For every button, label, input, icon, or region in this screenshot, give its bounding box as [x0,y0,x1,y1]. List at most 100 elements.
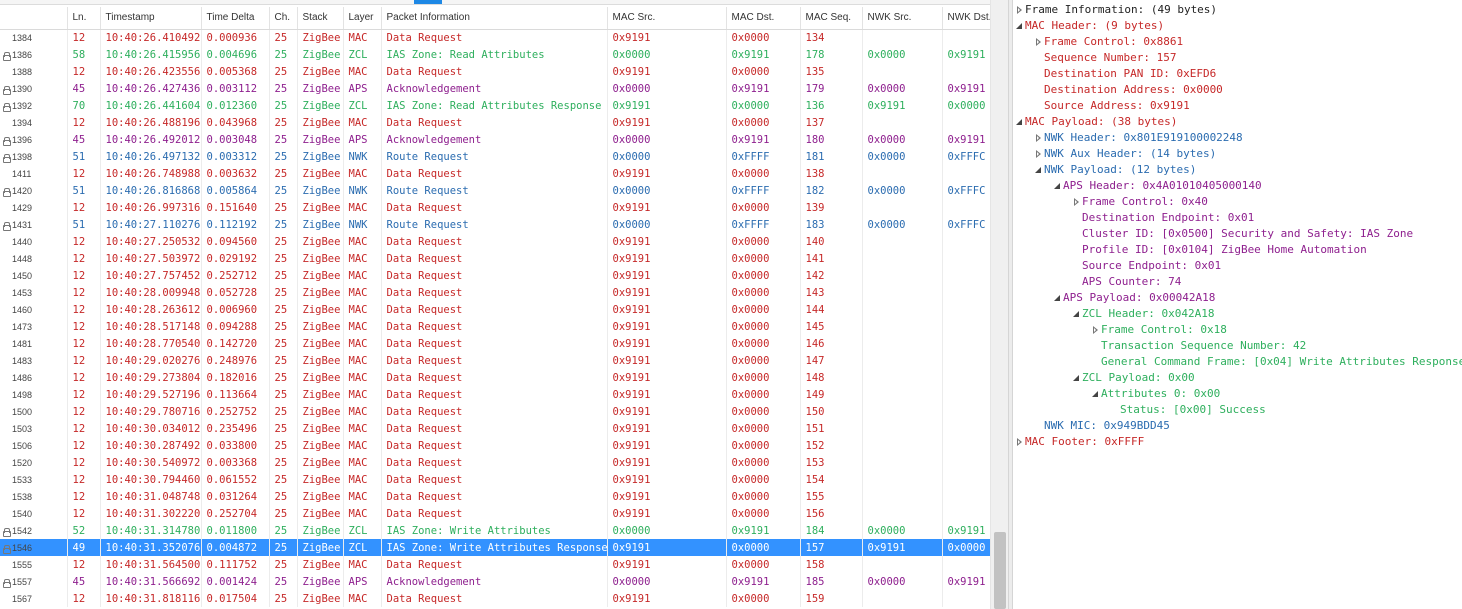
tree-node[interactable]: Frame Control: 0x18 [1013,322,1462,338]
expanded-arrow-icon[interactable] [1072,370,1082,386]
collapsed-arrow-icon[interactable] [1015,434,1025,450]
table-row[interactable]: 1392 70 10:40:26.441604 0.012360 25 ZigBee ZCL… [0,97,991,114]
table-row[interactable]: 1540 12 10:40:31.302220 0.252704 25 ZigBee MAC… [0,505,991,522]
table-row-selected[interactable]: 1546 49 10:40:31.352076 0.004872 25 ZigBee ZCL… [0,539,991,556]
tree-node[interactable]: MAC Payload: (38 bytes) [1013,114,1462,130]
tree-node[interactable]: Cluster ID: [0x0500] Security and Safety… [1013,226,1462,242]
collapsed-arrow-icon[interactable] [1034,146,1044,162]
expanded-arrow-icon[interactable] [1072,306,1082,322]
column-header-time-delta[interactable]: Time Delta [201,7,270,30]
expanded-arrow-icon[interactable] [1034,162,1044,178]
table-row[interactable]: 1500 12 10:40:29.780716 0.252752 25 ZigBee MAC… [0,403,991,420]
table-row[interactable]: 1431 51 10:40:27.110276 0.112192 25 ZigBee NWK… [0,216,991,233]
table-row[interactable]: 1533 12 10:40:30.794460 0.061552 25 ZigBee MAC… [0,471,991,488]
table-row[interactable]: 1388 12 10:40:26.423556 0.005368 25 ZigBee MAC… [0,63,991,80]
table-row[interactable]: 1453 12 10:40:28.009948 0.052728 25 ZigBee MAC… [0,284,991,301]
cell-nwk-dst [942,420,991,437]
tree-node[interactable]: Destination Address: 0x0000 [1013,82,1462,98]
expanded-arrow-icon[interactable] [1053,178,1063,194]
table-row[interactable]: 1384 12 10:40:26.410492 0.000936 25 ZigBee MAC… [0,29,991,46]
cell-timestamp: 10:40:31.352076 [100,539,202,556]
tree-node[interactable]: MAC Footer: 0xFFFF [1013,434,1462,450]
table-row[interactable]: 1503 12 10:40:30.034012 0.235496 25 ZigBee MAC… [0,420,991,437]
table-row[interactable]: 1567 12 10:40:31.818116 0.017504 25 ZigBee MAC… [0,590,991,607]
tree-node[interactable]: NWK MIC: 0x949BDD45 [1013,418,1462,434]
tree-node[interactable]: General Command Frame: [0x04] Write Attr… [1013,354,1462,370]
table-row[interactable]: 1420 51 10:40:26.816868 0.005864 25 ZigBee NWK… [0,182,991,199]
cell-mac-seq: 147 [800,352,863,369]
table-row[interactable]: 1394 12 10:40:26.488196 0.043968 25 ZigBee MAC… [0,114,991,131]
tree-node[interactable]: Attributes 0: 0x00 [1013,386,1462,402]
column-header-mac-dst[interactable]: MAC Dst. [726,7,801,30]
tree-node[interactable]: Frame Control: 0x40 [1013,194,1462,210]
table-row[interactable]: 1386 58 10:40:26.415956 0.004696 25 ZigBee ZCL… [0,46,991,63]
tree-node[interactable]: ZCL Header: 0x042A18 [1013,306,1462,322]
table-row[interactable]: 1520 12 10:40:30.540972 0.003368 25 ZigBee MAC… [0,454,991,471]
scrollbar-thumb[interactable] [994,532,1006,609]
tree-node[interactable]: MAC Header: (9 bytes) [1013,18,1462,34]
column-header-timestamp[interactable]: Timestamp [100,7,202,30]
tree-node[interactable]: Source Address: 0x9191 [1013,98,1462,114]
table-row[interactable]: 1396 45 10:40:26.492012 0.003048 25 ZigBee APS… [0,131,991,148]
line-number-text: 1486 [12,372,33,383]
table-row[interactable]: 1483 12 10:40:29.020276 0.248976 25 ZigBee MAC… [0,352,991,369]
tree-node[interactable]: Destination PAN ID: 0xEFD6 [1013,66,1462,82]
column-header-line[interactable] [0,7,68,30]
tree-node[interactable]: Source Endpoint: 0x01 [1013,258,1462,274]
table-row[interactable]: 1538 12 10:40:31.048748 0.031264 25 ZigBee MAC… [0,488,991,505]
tree-node[interactable]: APS Payload: 0x00042A18 [1013,290,1462,306]
tree-node[interactable]: NWK Payload: (12 bytes) [1013,162,1462,178]
table-row[interactable]: 1390 45 10:40:26.427436 0.003112 25 ZigBee APS… [0,80,991,97]
cell-time-delta: 0.094560 [201,233,270,250]
expanded-arrow-icon[interactable] [1053,290,1063,306]
tree-node[interactable]: ZCL Payload: 0x00 [1013,370,1462,386]
tree-node[interactable]: NWK Header: 0x801E919100002248 [1013,130,1462,146]
tree-node[interactable]: Status: [0x00] Success [1013,402,1462,418]
cell-nwk-dst [942,29,991,46]
collapsed-arrow-icon[interactable] [1091,322,1101,338]
tree-node[interactable]: Profile ID: [0x0104] ZigBee Home Automat… [1013,242,1462,258]
tree-node[interactable]: APS Counter: 74 [1013,274,1462,290]
table-row[interactable]: 1506 12 10:40:30.287492 0.033800 25 ZigBee MAC… [0,437,991,454]
table-row[interactable]: 1429 12 10:40:26.997316 0.151640 25 ZigBee MAC… [0,199,991,216]
table-row[interactable]: 1411 12 10:40:26.748988 0.003632 25 ZigBee MAC… [0,165,991,182]
column-header-nwk-dst[interactable]: NWK Dst. [942,7,991,30]
tree-node[interactable]: NWK Aux Header: (14 bytes) [1013,146,1462,162]
expanded-arrow-icon[interactable] [1091,386,1101,402]
column-header-layer[interactable]: Layer [343,7,382,30]
table-row[interactable]: 1542 52 10:40:31.314780 0.011800 25 ZigBee ZCL… [0,522,991,539]
table-row[interactable]: 1460 12 10:40:28.263612 0.006960 25 ZigBee MAC… [0,301,991,318]
cell-timestamp: 10:40:30.034012 [100,420,202,437]
tree-node[interactable]: Frame Information: (49 bytes) [1013,2,1462,18]
table-row[interactable]: 1481 12 10:40:28.770540 0.142720 25 ZigBee MAC… [0,335,991,352]
table-row[interactable]: 1486 12 10:40:29.273804 0.182016 25 ZigBee MAC… [0,369,991,386]
column-header-stack[interactable]: Stack [297,7,344,30]
table-row[interactable]: 1440 12 10:40:27.250532 0.094560 25 ZigBee MAC… [0,233,991,250]
collapsed-arrow-icon[interactable] [1015,2,1025,18]
line-number-text: 1473 [12,321,33,332]
collapsed-arrow-icon[interactable] [1034,34,1044,50]
table-row[interactable]: 1450 12 10:40:27.757452 0.252712 25 ZigBee MAC… [0,267,991,284]
column-header-mac-src[interactable]: MAC Src. [607,7,727,30]
table-row[interactable]: 1448 12 10:40:27.503972 0.029192 25 ZigBee MAC… [0,250,991,267]
tree-node[interactable]: Frame Control: 0x8861 [1013,34,1462,50]
tree-node[interactable]: Sequence Number: 157 [1013,50,1462,66]
table-row[interactable]: 1557 45 10:40:31.566692 0.001424 25 ZigBee APS… [0,573,991,590]
tree-node[interactable]: APS Header: 0x4A01010405000140 [1013,178,1462,194]
table-row[interactable]: 1555 12 10:40:31.564500 0.111752 25 ZigBee MAC… [0,556,991,573]
column-header-channel[interactable]: Ch. [269,7,298,30]
collapsed-arrow-icon[interactable] [1034,130,1044,146]
expanded-arrow-icon[interactable] [1015,114,1025,130]
column-header-packet-info[interactable]: Packet Information [381,7,608,30]
expanded-arrow-icon[interactable] [1015,18,1025,34]
table-row[interactable]: 1473 12 10:40:28.517148 0.094288 25 ZigBee MAC… [0,318,991,335]
table-row[interactable]: 1498 12 10:40:29.527196 0.113664 25 ZigBee MAC… [0,386,991,403]
collapsed-arrow-icon[interactable] [1072,194,1082,210]
tree-node[interactable]: Transaction Sequence Number: 42 [1013,338,1462,354]
column-header-mac-seq[interactable]: MAC Seq. [800,7,863,30]
table-row[interactable]: 1398 51 10:40:26.497132 0.003312 25 ZigBee NWK… [0,148,991,165]
tree-node[interactable]: Destination Endpoint: 0x01 [1013,210,1462,226]
column-header-nwk-src[interactable]: NWK Src. [862,7,943,30]
vertical-scrollbar[interactable] [990,0,1008,609]
column-header-ln[interactable]: Ln. [67,7,101,30]
